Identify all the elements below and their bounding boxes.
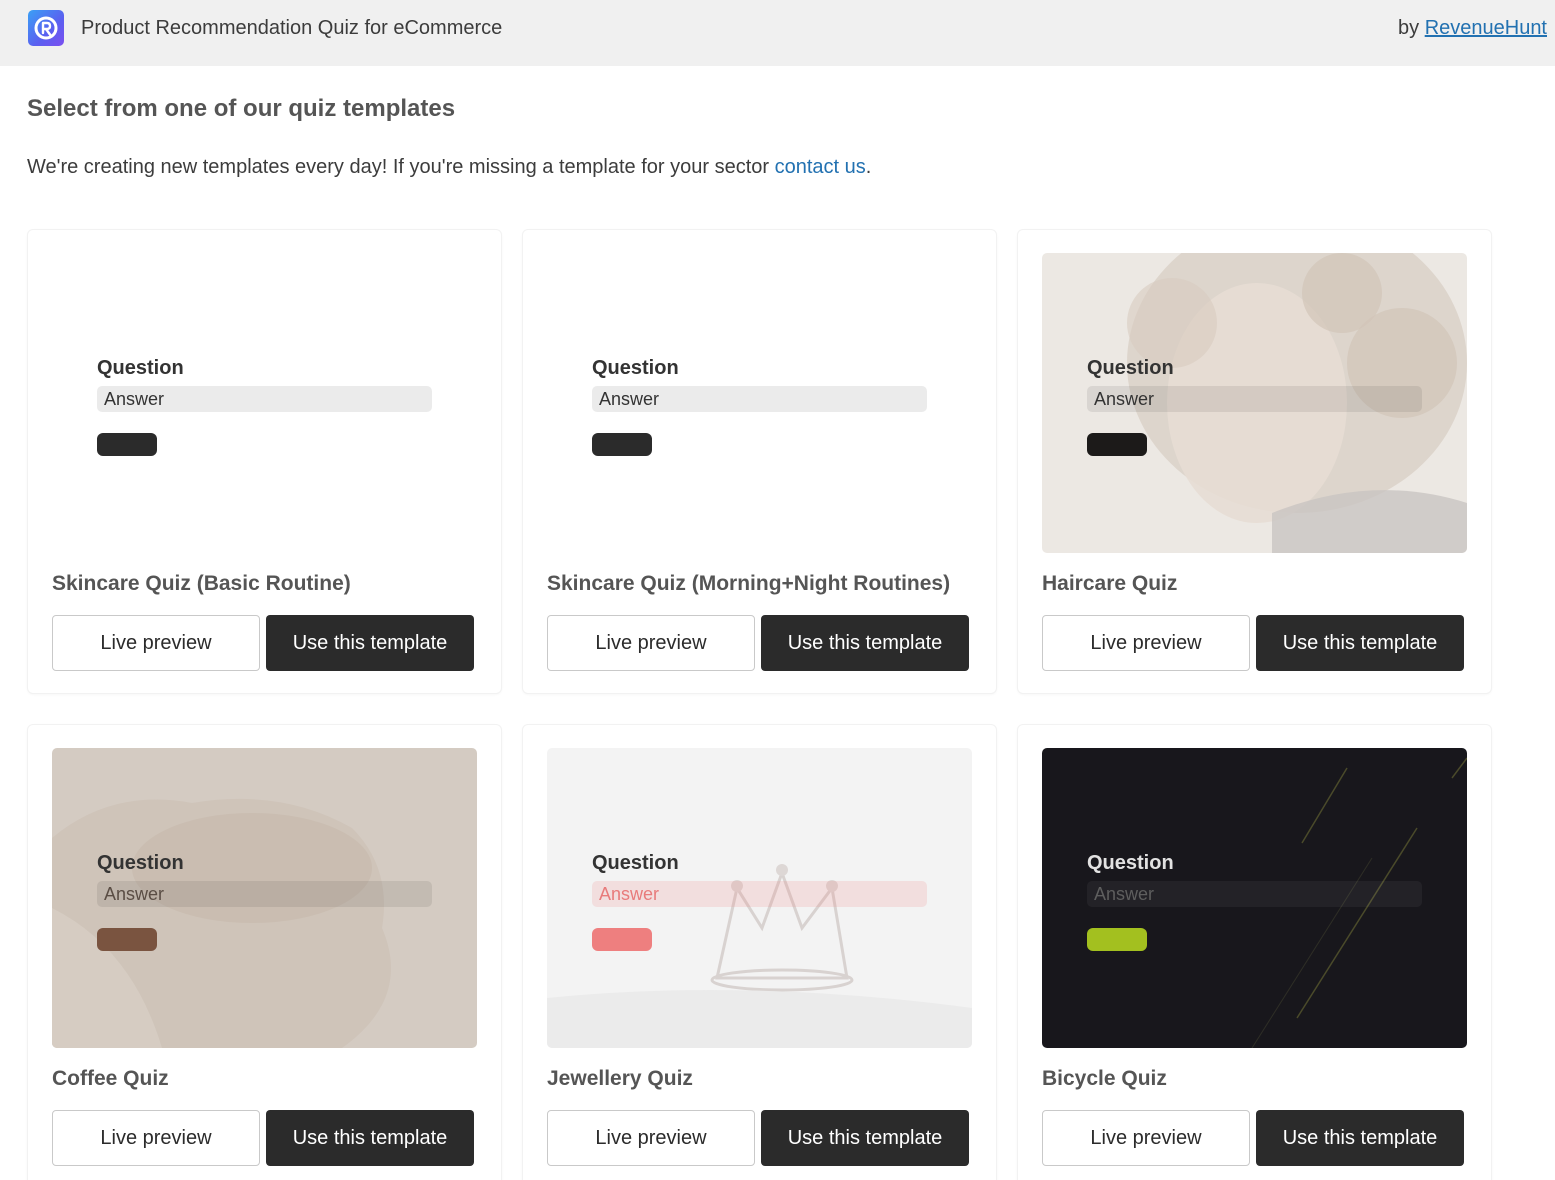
preview-question: Question [592, 852, 679, 874]
revenuehunt-logo-icon [28, 10, 64, 46]
use-template-button[interactable]: Use this template [266, 615, 474, 671]
template-title: Jewellery Quiz [547, 1067, 693, 1090]
by-prefix: by [1398, 17, 1420, 39]
template-preview: Question Answer [547, 253, 972, 553]
live-preview-button[interactable]: Live preview [52, 615, 260, 671]
preview-question: Question [97, 852, 184, 874]
preview-question: Question [97, 357, 184, 379]
preview-question: Question [1087, 852, 1174, 874]
preview-answer: Answer [1087, 881, 1422, 907]
template-preview: Question Answer [1042, 748, 1467, 1048]
template-title: Bicycle Quiz [1042, 1067, 1167, 1090]
template-card-skincare-basic: Question Answer Skincare Quiz (Basic Rou… [27, 229, 502, 694]
preview-answer: Answer [97, 881, 432, 907]
live-preview-button[interactable]: Live preview [547, 615, 755, 671]
live-preview-button[interactable]: Live preview [52, 1110, 260, 1166]
template-title: Haircare Quiz [1042, 572, 1178, 595]
template-title: Coffee Quiz [52, 1067, 169, 1090]
revenuehunt-link[interactable]: RevenueHunt [1425, 17, 1547, 39]
byline: by RevenueHunt [1398, 17, 1547, 40]
template-preview: Question Answer [547, 748, 972, 1048]
use-template-button[interactable]: Use this template [1256, 1110, 1464, 1166]
preview-answer: Answer [592, 386, 927, 412]
intro-body: We're creating new templates every day! … [27, 156, 775, 178]
template-title: Skincare Quiz (Morning+Night Routines) [547, 572, 951, 595]
template-card-haircare: Question Answer Haircare Quiz Live previ… [1017, 229, 1492, 694]
live-preview-button[interactable]: Live preview [1042, 615, 1250, 671]
template-card-coffee: Question Answer Coffee Quiz Live preview… [27, 724, 502, 1180]
template-preview: Question Answer [1042, 253, 1467, 553]
template-preview: Question Answer [52, 253, 477, 553]
preview-answer: Answer [592, 881, 927, 907]
use-template-button[interactable]: Use this template [1256, 615, 1464, 671]
page-heading: Select from one of our quiz templates [27, 95, 456, 122]
preview-button [592, 433, 652, 456]
preview-button [97, 433, 157, 456]
app-title: Product Recommendation Quiz for eCommerc… [81, 17, 503, 39]
intro-text: We're creating new templates every day! … [27, 156, 871, 179]
template-card-bicycle: Question Answer Bicycle Quiz Live previe… [1017, 724, 1492, 1180]
preview-button [97, 928, 157, 951]
use-template-button[interactable]: Use this template [266, 1110, 474, 1166]
contact-us-link[interactable]: contact us [775, 156, 866, 178]
preview-button [1087, 928, 1147, 951]
preview-question: Question [592, 357, 679, 379]
preview-answer: Answer [1087, 386, 1422, 412]
preview-answer: Answer [97, 386, 432, 412]
live-preview-button[interactable]: Live preview [1042, 1110, 1250, 1166]
template-preview: Question Answer [52, 748, 477, 1048]
use-template-button[interactable]: Use this template [761, 1110, 969, 1166]
preview-button [592, 928, 652, 951]
intro-end: . [865, 156, 872, 178]
top-bar: Product Recommendation Quiz for eCommerc… [0, 0, 1555, 66]
preview-question: Question [1087, 357, 1174, 379]
template-title: Skincare Quiz (Basic Routine) [52, 572, 351, 595]
preview-button [1087, 433, 1147, 456]
use-template-button[interactable]: Use this template [761, 615, 969, 671]
live-preview-button[interactable]: Live preview [547, 1110, 755, 1166]
template-card-skincare-routines: Question Answer Skincare Quiz (Morning+N… [522, 229, 997, 694]
template-card-jewellery: Question Answer Jewellery Quiz Live prev… [522, 724, 997, 1180]
